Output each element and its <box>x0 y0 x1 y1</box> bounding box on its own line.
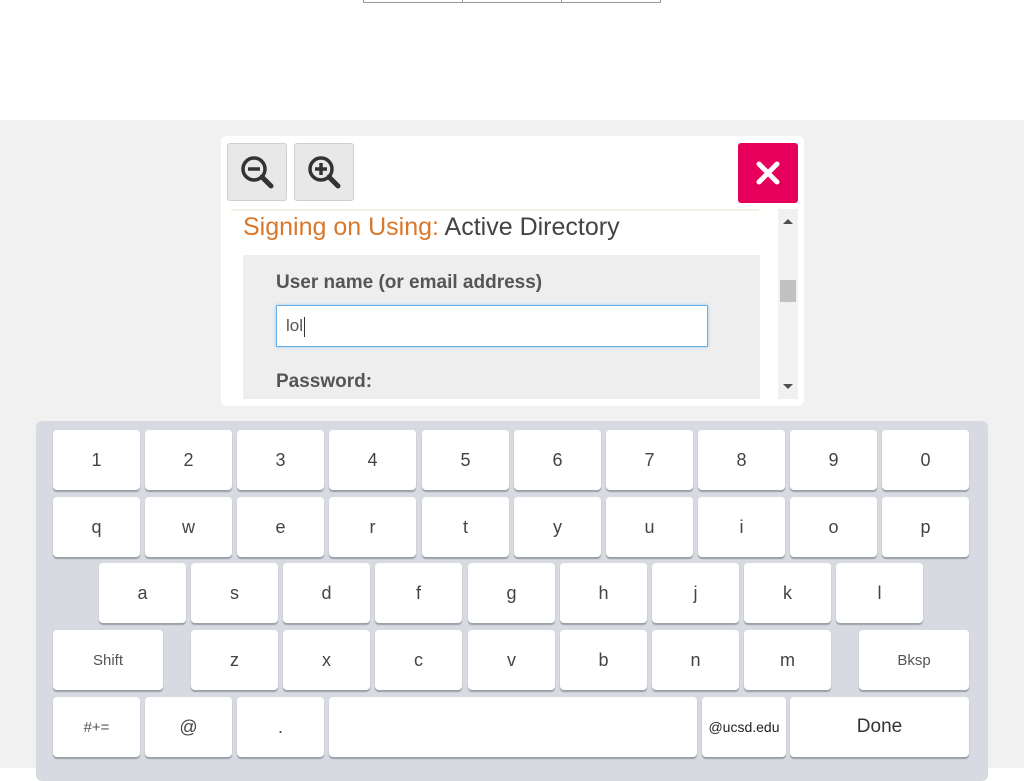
key-f[interactable]: f <box>375 563 462 623</box>
zoom-in-button[interactable] <box>294 143 354 201</box>
key-0[interactable]: 0 <box>882 430 969 490</box>
key-i[interactable]: i <box>698 497 785 557</box>
top-tab-strip <box>363 0 661 3</box>
signing-on-heading: Signing on Using: Active Directory <box>243 213 620 242</box>
dialog-content: Signing on Using: Active Directory User … <box>221 209 777 399</box>
scroll-up-arrow-icon[interactable] <box>783 219 793 224</box>
symbols-key[interactable]: #+= <box>53 697 140 757</box>
shift-key[interactable]: Shift <box>53 630 163 690</box>
key-8[interactable]: 8 <box>698 430 785 490</box>
key-v[interactable]: v <box>468 630 555 690</box>
key-j[interactable]: j <box>652 563 739 623</box>
backspace-key[interactable]: Bksp <box>859 630 969 690</box>
close-icon <box>756 161 780 185</box>
dialog-scrollbar[interactable] <box>778 209 798 399</box>
username-value: lol <box>286 316 304 335</box>
key-m[interactable]: m <box>744 630 831 690</box>
divider <box>231 209 759 211</box>
key-z[interactable]: z <box>191 630 278 690</box>
zoom-out-button[interactable] <box>227 143 287 201</box>
dot-key[interactable]: . <box>237 697 324 757</box>
key-7[interactable]: 7 <box>606 430 693 490</box>
directory-name: Active Directory <box>444 213 620 241</box>
key-9[interactable]: 9 <box>790 430 877 490</box>
zoom-out-icon <box>241 156 274 189</box>
key-r[interactable]: r <box>329 497 416 557</box>
key-x[interactable]: x <box>283 630 370 690</box>
key-6[interactable]: 6 <box>514 430 601 490</box>
key-p[interactable]: p <box>882 497 969 557</box>
scroll-thumb[interactable] <box>780 280 796 302</box>
done-key[interactable]: Done <box>790 697 969 757</box>
key-3[interactable]: 3 <box>237 430 324 490</box>
key-b[interactable]: b <box>560 630 647 690</box>
on-screen-keyboard: 1 2 3 4 5 6 7 8 9 0 q w e r t y u i o p … <box>36 421 988 781</box>
zoom-in-icon <box>308 156 341 189</box>
key-g[interactable]: g <box>468 563 555 623</box>
key-1[interactable]: 1 <box>53 430 140 490</box>
key-o[interactable]: o <box>790 497 877 557</box>
key-y[interactable]: y <box>514 497 601 557</box>
scroll-down-arrow-icon[interactable] <box>783 384 793 389</box>
key-c[interactable]: c <box>375 630 462 690</box>
username-input[interactable]: lol <box>276 305 708 347</box>
text-caret <box>304 316 306 337</box>
key-l[interactable]: l <box>836 563 923 623</box>
key-4[interactable]: 4 <box>329 430 416 490</box>
key-u[interactable]: u <box>606 497 693 557</box>
key-k[interactable]: k <box>744 563 831 623</box>
top-strip <box>0 0 1024 120</box>
key-2[interactable]: 2 <box>145 430 232 490</box>
key-t[interactable]: t <box>422 497 509 557</box>
key-q[interactable]: q <box>53 497 140 557</box>
key-a[interactable]: a <box>99 563 186 623</box>
signing-on-label: Signing on Using: <box>243 213 439 241</box>
key-n[interactable]: n <box>652 630 739 690</box>
username-label: User name (or email address) <box>276 272 543 293</box>
key-h[interactable]: h <box>560 563 647 623</box>
key-5[interactable]: 5 <box>422 430 509 490</box>
key-s[interactable]: s <box>191 563 278 623</box>
key-e[interactable]: e <box>237 497 324 557</box>
at-key[interactable]: @ <box>145 697 232 757</box>
key-w[interactable]: w <box>145 497 232 557</box>
login-form: User name (or email address) lol Passwor… <box>243 255 760 399</box>
space-key[interactable] <box>329 697 697 757</box>
sign-on-dialog: Signing on Using: Active Directory User … <box>221 136 804 406</box>
key-d[interactable]: d <box>283 563 370 623</box>
close-button[interactable] <box>738 143 798 203</box>
password-label: Password: <box>276 371 373 392</box>
domain-key[interactable]: @ucsd.edu <box>702 697 786 757</box>
